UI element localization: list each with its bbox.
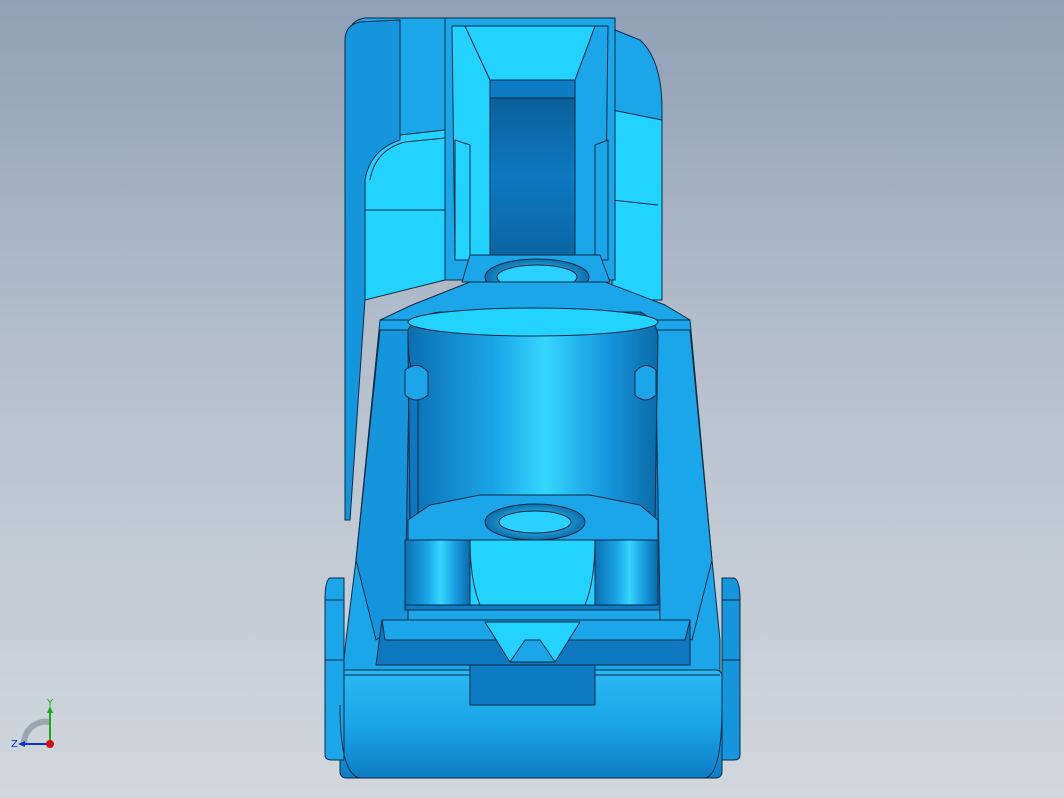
z-axis-label: Z xyxy=(11,739,18,750)
left-oval xyxy=(404,365,429,401)
central-cylinder xyxy=(407,311,659,521)
graphics-viewport[interactable]: Y Z xyxy=(0,0,1064,798)
lower-lobe-center xyxy=(469,539,596,606)
back-left-lobe-face xyxy=(364,129,446,301)
right-oval xyxy=(634,365,657,401)
axis-triad: Y Z xyxy=(11,698,54,750)
right-end-cap xyxy=(721,577,741,761)
fork-slot xyxy=(489,94,576,256)
y-axis-label: Y xyxy=(46,698,54,709)
x-axis xyxy=(46,740,54,748)
lower-lobe-right xyxy=(594,539,659,606)
cad-model[interactable] xyxy=(0,0,1064,798)
lower-lobe-left xyxy=(404,539,471,606)
